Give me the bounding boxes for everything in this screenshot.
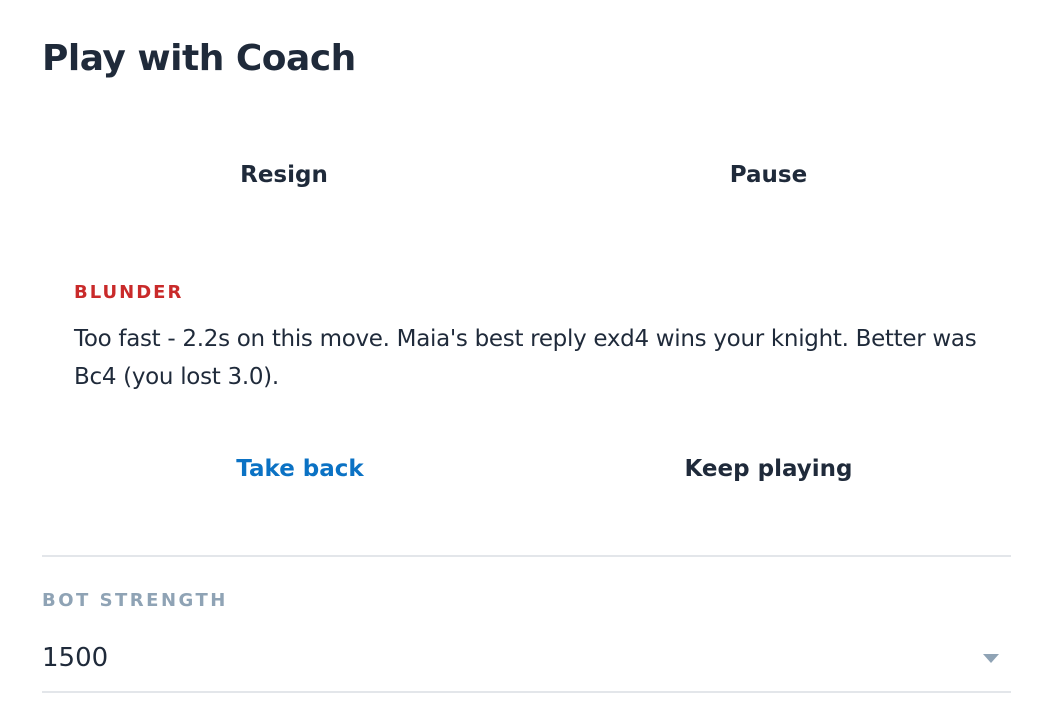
verdict-label: BLUNDER xyxy=(74,282,184,303)
take-back-button[interactable]: Take back xyxy=(42,454,558,484)
page-title: Play with Coach xyxy=(42,38,356,79)
feedback-message: Too fast - 2.2s on this move. Maia's bes… xyxy=(74,326,977,390)
bot-strength-select[interactable]: 1500 xyxy=(42,640,1011,680)
resign-button[interactable]: Resign xyxy=(42,160,526,190)
divider xyxy=(42,555,1011,557)
pause-button[interactable]: Pause xyxy=(526,160,1011,190)
divider xyxy=(42,691,1011,693)
bot-strength-label: BOT STRENGTH xyxy=(42,590,228,611)
bot-strength-value: 1500 xyxy=(42,643,109,673)
caret-down-icon xyxy=(983,654,999,663)
move-feedback: BLUNDER Too fast - 2.2s on this move. Ma… xyxy=(74,280,994,396)
coach-panel: Play with Coach Resign Pause BLUNDER Too… xyxy=(42,0,1011,704)
keep-playing-button[interactable]: Keep playing xyxy=(558,454,979,484)
